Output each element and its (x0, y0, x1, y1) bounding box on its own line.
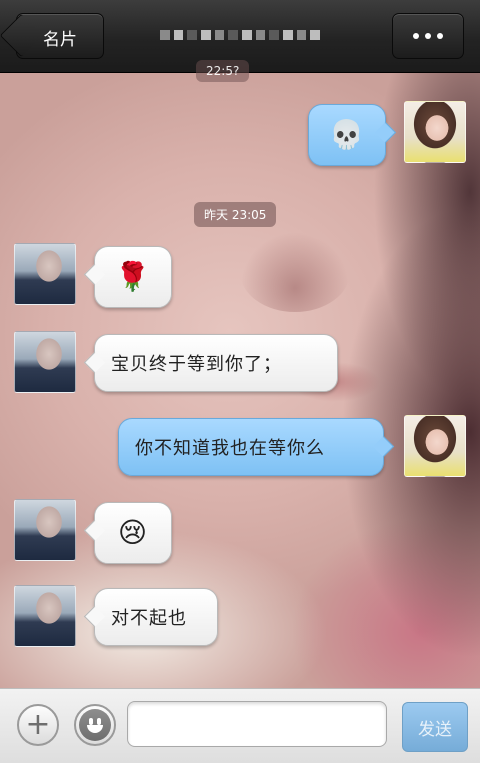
friend-avatar[interactable] (14, 331, 76, 393)
attach-button[interactable]: + (17, 704, 59, 746)
message-bubble-outgoing[interactable]: 你不知道我也在等你么 (118, 418, 384, 476)
message-bubble-incoming[interactable]: 😢 (94, 502, 172, 564)
send-button[interactable]: 发送 (402, 702, 468, 752)
message-text: 对不起也 (111, 608, 187, 629)
message-text: 宝贝终于等到你了； (111, 354, 282, 375)
chat-title-pixelated (159, 22, 321, 48)
message-bubble-incoming[interactable]: 宝贝终于等到你了； (94, 334, 338, 392)
emoji-button[interactable] (74, 704, 116, 746)
message-text: 你不知道我也在等你么 (135, 438, 325, 459)
back-button-label: 名片 (43, 30, 77, 50)
background-photo-detail (240, 232, 350, 312)
timestamp: 昨天 23:05 (194, 202, 277, 227)
message-bubble-incoming[interactable]: 🌹 (94, 246, 172, 308)
more-dots-icon (413, 33, 419, 39)
smiley-icon (79, 709, 111, 741)
more-options-button[interactable] (392, 13, 464, 59)
message-bubble-outgoing[interactable]: 💀 (308, 104, 386, 166)
plus-icon: + (25, 707, 51, 742)
skull-icon: 💀 (329, 118, 365, 151)
crying-face-icon: 😢 (117, 516, 149, 549)
input-bar: + 发送 (0, 688, 480, 763)
self-avatar[interactable] (404, 101, 466, 163)
friend-avatar[interactable] (14, 243, 76, 305)
timestamp-partial: 22:5? (196, 60, 250, 82)
message-bubble-incoming[interactable]: 对不起也 (94, 588, 218, 646)
message-input[interactable] (127, 701, 387, 747)
back-button[interactable]: 名片 (16, 13, 104, 59)
friend-avatar[interactable] (14, 585, 76, 647)
rose-icon: 🌹 (115, 260, 151, 293)
friend-avatar[interactable] (14, 499, 76, 561)
self-avatar[interactable] (404, 415, 466, 477)
